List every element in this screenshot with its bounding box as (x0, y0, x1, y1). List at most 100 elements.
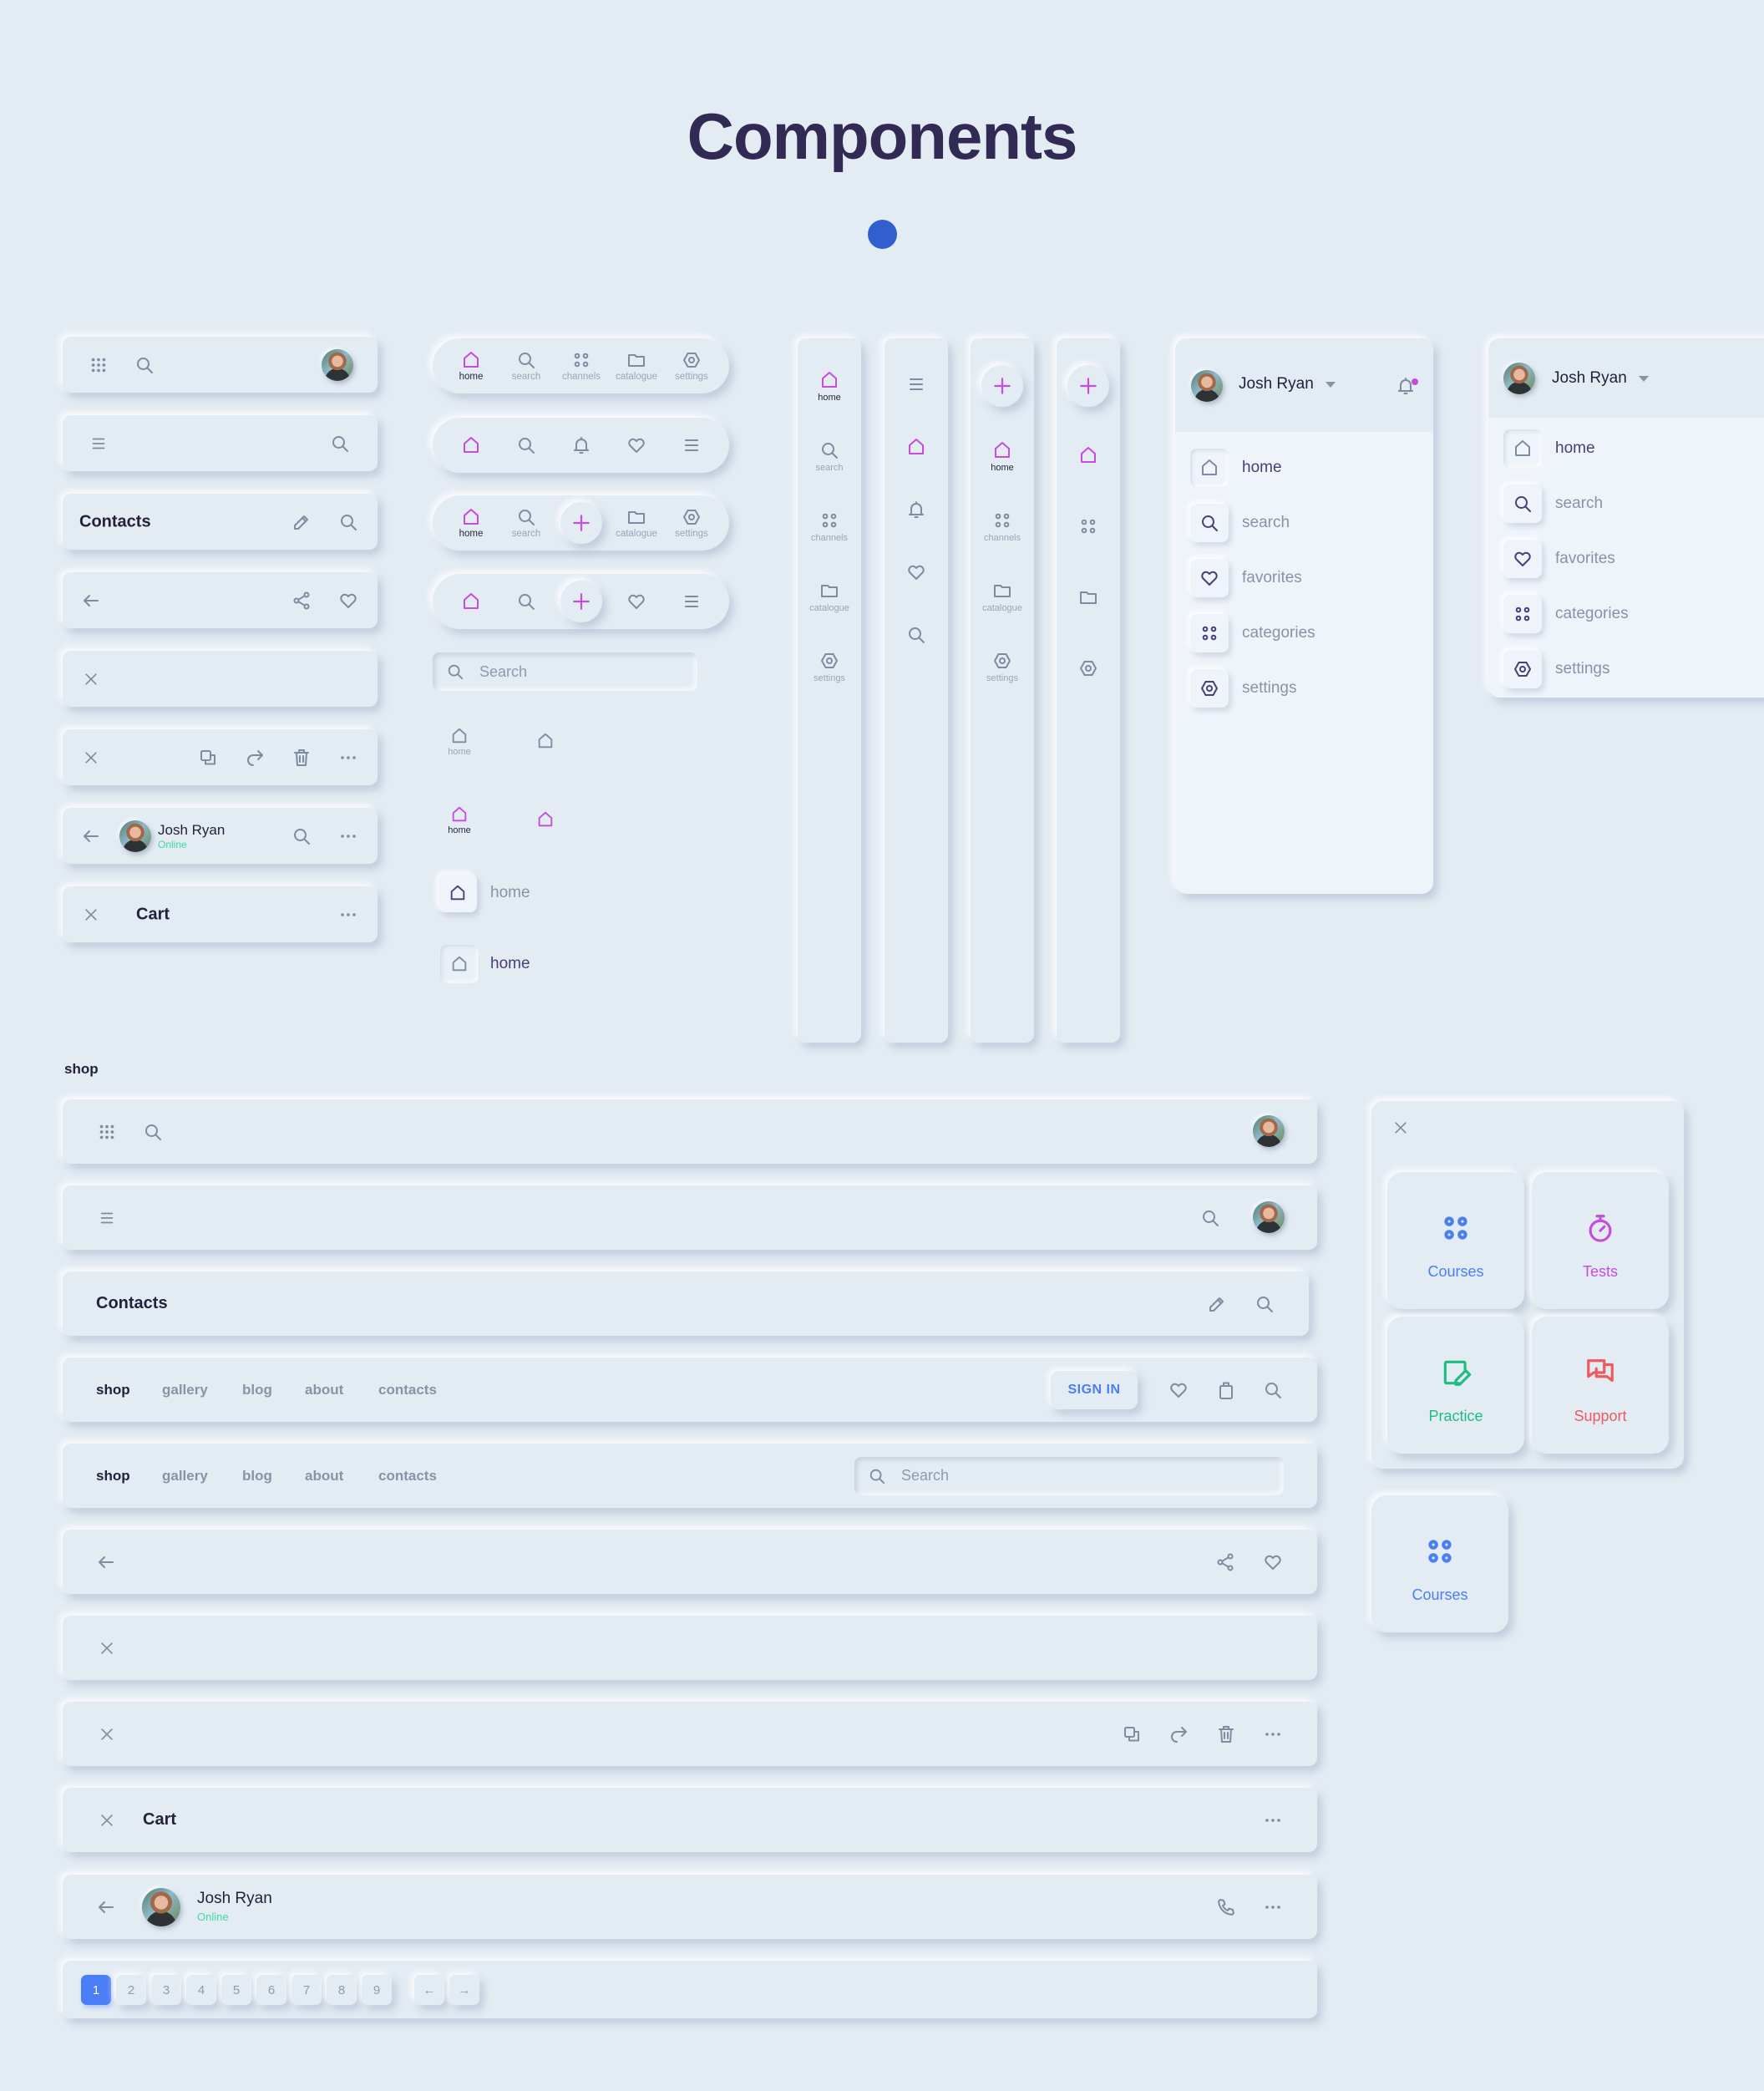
nav-link-blog[interactable]: blog (242, 1468, 272, 1485)
copy-icon[interactable] (1122, 1724, 1142, 1744)
rail-item-channels[interactable]: channels (798, 510, 861, 543)
rail-item-catalogue[interactable] (1057, 587, 1120, 607)
pencil-icon[interactable] (291, 512, 312, 532)
user-dropdown[interactable]: Josh Ryan (1239, 375, 1336, 393)
page-button-8[interactable]: 8 (327, 1975, 357, 2005)
nav-item-menu[interactable] (664, 418, 719, 473)
nav-link-gallery[interactable]: gallery (162, 1382, 208, 1398)
rail-item-settings[interactable] (1057, 658, 1120, 678)
rail-item-home[interactable]: home (971, 440, 1034, 473)
search-icon[interactable] (330, 434, 350, 454)
nav-link-about[interactable]: about (305, 1382, 343, 1398)
list-item-home-pressed[interactable]: home (440, 945, 530, 983)
close-icon[interactable] (99, 1812, 115, 1829)
rail-item-catalogue[interactable]: catalogue (798, 581, 861, 613)
avatar[interactable] (1253, 1115, 1285, 1147)
page-button-3[interactable]: 3 (151, 1975, 181, 2005)
drawer-item-home[interactable]: home (1503, 429, 1595, 468)
avatar[interactable] (322, 348, 353, 381)
search-icon[interactable] (1255, 1294, 1275, 1314)
page-button-1[interactable]: 1 (81, 1975, 111, 2005)
menu-card-support[interactable]: Support (1532, 1317, 1669, 1454)
nav-link-blog[interactable]: blog (242, 1382, 272, 1398)
nav-item-catalogue[interactable]: catalogue (609, 495, 664, 551)
share-icon[interactable] (291, 591, 312, 611)
prev-page-button[interactable]: ← (414, 1975, 444, 2005)
close-icon[interactable] (83, 671, 99, 688)
nav-item-settings[interactable]: settings (664, 338, 719, 393)
nav-link-gallery[interactable]: gallery (162, 1468, 208, 1485)
tab-item-home-labeled[interactable]: home (443, 727, 476, 757)
close-icon[interactable] (99, 1640, 115, 1657)
avatar[interactable] (142, 1888, 180, 1926)
tab-item-home-icon[interactable] (536, 732, 555, 750)
user-dropdown[interactable]: Josh Ryan (1552, 369, 1649, 388)
drawer-item-search[interactable]: search (1190, 504, 1290, 542)
rail-item-catalogue[interactable]: catalogue (971, 581, 1034, 613)
avatar[interactable] (1191, 370, 1223, 402)
rail-item-search[interactable]: search (798, 440, 861, 473)
rail-item-settings[interactable]: settings (971, 651, 1034, 683)
rail-item-search[interactable] (885, 625, 948, 645)
copy-icon[interactable] (198, 748, 218, 768)
drawer-item-favorites[interactable]: favorites (1190, 559, 1302, 597)
search-icon[interactable] (338, 512, 358, 532)
nav-item-search[interactable] (499, 574, 554, 629)
search-icon[interactable] (291, 826, 312, 846)
nav-item-favorites[interactable] (609, 418, 664, 473)
search-icon[interactable] (143, 1122, 163, 1142)
menu-card-courses[interactable]: Courses (1387, 1172, 1524, 1309)
avatar[interactable] (1253, 1201, 1285, 1233)
drawer-item-home[interactable]: home (1190, 449, 1282, 487)
trash-icon[interactable] (1216, 1724, 1236, 1744)
close-icon[interactable] (99, 1726, 115, 1743)
more-icon[interactable] (338, 905, 358, 925)
close-icon[interactable] (83, 749, 99, 766)
nav-item-home[interactable]: home (444, 338, 499, 393)
nav-item-channels[interactable]: channels (554, 338, 609, 393)
rail-item-channels[interactable]: channels (971, 510, 1034, 543)
phone-icon[interactable] (1216, 1897, 1236, 1917)
heart-icon[interactable] (1168, 1380, 1189, 1400)
page-button-6[interactable]: 6 (256, 1975, 286, 2005)
nav-item-search[interactable]: search (499, 338, 554, 393)
close-icon[interactable] (83, 906, 99, 923)
drawer-item-settings[interactable]: settings (1503, 650, 1609, 688)
shopping-bag-icon[interactable] (1216, 1379, 1236, 1401)
drawer-item-favorites[interactable]: favorites (1503, 540, 1615, 578)
more-icon[interactable] (338, 748, 358, 768)
list-item-home-raised[interactable]: home (438, 874, 530, 912)
tab-item-home-labeled-active[interactable]: home (443, 805, 476, 835)
add-fab-button[interactable] (1067, 365, 1109, 407)
nav-item-home[interactable] (444, 574, 499, 629)
redo-icon[interactable] (245, 748, 265, 768)
nav-item-home[interactable]: home (444, 495, 499, 551)
rail-item-home[interactable] (1057, 445, 1120, 465)
menu-icon[interactable] (89, 434, 108, 453)
search-icon[interactable] (1263, 1380, 1283, 1400)
nav-item-notifications[interactable] (554, 418, 609, 473)
page-button-2[interactable]: 2 (116, 1975, 146, 2005)
more-icon[interactable] (1263, 1724, 1283, 1744)
rail-item-home[interactable]: home (798, 370, 861, 403)
add-fab-button[interactable] (981, 365, 1023, 407)
nav-link-shop[interactable]: shop (96, 1468, 130, 1485)
avatar[interactable] (119, 820, 151, 852)
rail-item-home[interactable] (885, 437, 948, 457)
apps-grid-icon[interactable] (89, 356, 108, 374)
tab-item-home-icon-active[interactable] (536, 810, 555, 829)
nav-item-home[interactable] (444, 418, 499, 473)
menu-card-tests[interactable]: Tests (1532, 1172, 1669, 1309)
close-icon[interactable] (1392, 1119, 1409, 1136)
course-card-single[interactable]: Courses (1371, 1495, 1508, 1632)
nav-item-settings[interactable]: settings (664, 495, 719, 551)
add-fab-button[interactable] (560, 581, 602, 622)
nav-link-contacts[interactable]: contacts (378, 1468, 437, 1485)
add-fab-button[interactable] (560, 502, 602, 544)
trash-icon[interactable] (291, 748, 312, 768)
nav-item-catalogue[interactable]: catalogue (609, 338, 664, 393)
search-input[interactable]: Search (433, 652, 697, 691)
rail-item-settings[interactable]: settings (798, 651, 861, 683)
nav-link-about[interactable]: about (305, 1468, 343, 1485)
rail-item-notifications[interactable] (885, 500, 948, 520)
